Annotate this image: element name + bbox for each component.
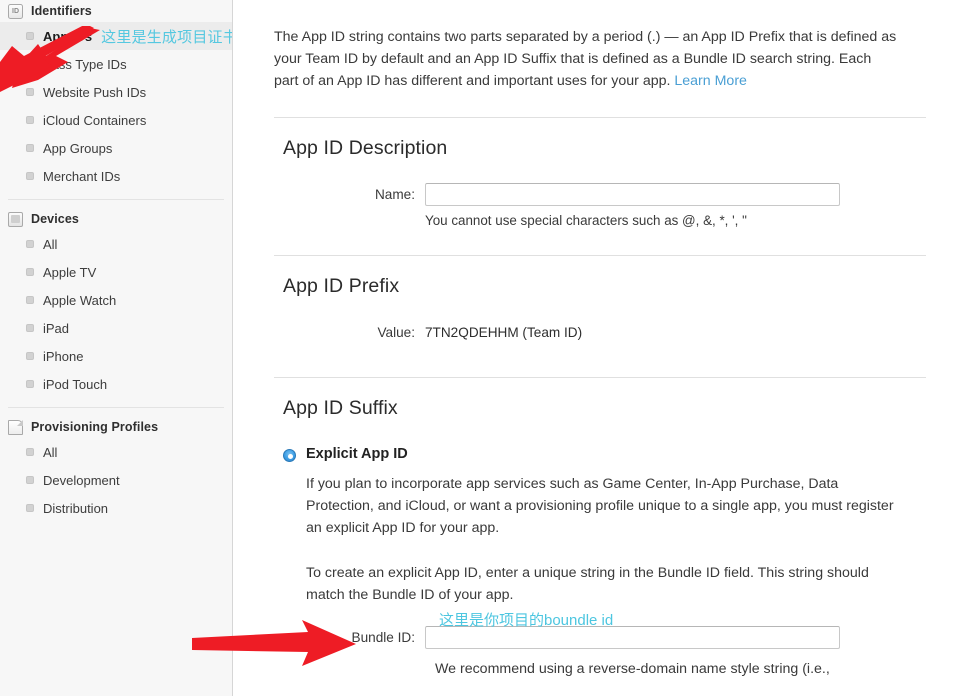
sidebar-item-merchant-ids[interactable]: Merchant IDs: [0, 162, 232, 190]
section-divider: [274, 255, 926, 256]
sidebar-item-label: Development: [43, 472, 120, 488]
sidebar-item-pass-type-ids[interactable]: Pass Type IDs: [0, 50, 232, 78]
app-window: ID Identifiers App IDs 这里是生成项目证书 Pass Ty…: [0, 0, 972, 696]
bullet-icon: [26, 60, 34, 68]
sidebar-group-title: Devices: [31, 212, 79, 226]
sidebar-item-profiles-all[interactable]: All: [0, 438, 232, 466]
sidebar-item-label: Merchant IDs: [43, 168, 121, 184]
radio-option-explicit-app-id[interactable]: Explicit App ID: [274, 446, 926, 462]
sidebar-item-label: Apple TV: [43, 264, 97, 280]
sidebar-item-devices-all[interactable]: All: [0, 230, 232, 258]
callout-text-bundle-id: 这里是你项目的boundle id: [439, 612, 614, 629]
bullet-icon: [26, 380, 34, 388]
bullet-icon: [26, 116, 34, 124]
sidebar-group-header-devices: Devices: [0, 208, 232, 230]
sidebar-item-label: All: [43, 444, 58, 460]
sidebar-item-profiles-distribution[interactable]: Distribution: [0, 494, 232, 522]
sidebar-item-label: Pass Type IDs: [43, 56, 127, 72]
bullet-icon: [26, 476, 34, 484]
explicit-paragraph-2: To create an explicit App ID, enter a un…: [306, 565, 869, 603]
bullet-icon: [26, 448, 34, 456]
bundle-id-label: Bundle ID:: [351, 630, 415, 645]
name-field-label: Name:: [374, 187, 415, 202]
sidebar-item-profiles-development[interactable]: Development: [0, 466, 232, 494]
field-row-bundle-id: Bundle ID: 这里是你项目的boundle id: [274, 612, 926, 650]
learn-more-link[interactable]: Learn More: [674, 73, 747, 89]
id-badge-icon: ID: [8, 3, 23, 19]
sidebar-item-label: App IDs: [43, 28, 93, 44]
section-title-app-id-description: App ID Description: [283, 137, 448, 159]
sidebar: ID Identifiers App IDs 这里是生成项目证书 Pass Ty…: [0, 0, 233, 696]
sidebar-item-apple-tv[interactable]: Apple TV: [0, 258, 232, 286]
sidebar-group-title: Identifiers: [31, 4, 92, 18]
sidebar-item-label: iPhone: [43, 348, 84, 364]
sidebar-item-website-push-ids[interactable]: Website Push IDs: [0, 78, 232, 106]
callout-text-app-ids: 这里是生成项目证书: [101, 28, 233, 46]
bullet-icon: [26, 144, 34, 152]
sidebar-group-provisioning-profiles: Provisioning Profiles All Development Di…: [0, 416, 232, 522]
name-field-hint: You cannot use special characters such a…: [425, 213, 747, 228]
sidebar-item-label: iPod Touch: [43, 376, 108, 392]
section-divider: [274, 117, 926, 118]
field-row-name: Name: You cannot use special characters …: [274, 183, 926, 230]
explicit-app-id-body: If you plan to incorporate app services …: [306, 473, 896, 606]
sidebar-item-app-groups[interactable]: App Groups: [0, 134, 232, 162]
sidebar-item-label: Distribution: [43, 500, 109, 516]
sidebar-group-identifiers: ID Identifiers App IDs 这里是生成项目证书 Pass Ty…: [0, 0, 232, 190]
bundle-id-hint: We recommend using a reverse-domain name…: [435, 661, 830, 677]
bullet-icon: [26, 88, 34, 96]
intro-paragraph: The App ID string contains two parts sep…: [274, 26, 899, 92]
sidebar-group-header-provisioning: Provisioning Profiles: [0, 416, 232, 438]
sidebar-divider: [8, 199, 224, 200]
bullet-icon: [26, 352, 34, 360]
bullet-icon: [26, 172, 34, 180]
bullet-icon: [26, 32, 34, 40]
sidebar-item-label: Apple Watch: [43, 292, 117, 308]
name-input[interactable]: [425, 183, 840, 206]
sidebar-item-label: Website Push IDs: [43, 84, 147, 100]
sidebar-divider: [8, 407, 224, 408]
section-title-app-id-prefix: App ID Prefix: [283, 275, 400, 297]
sidebar-item-label: iPad: [43, 320, 70, 336]
sidebar-item-app-ids[interactable]: App IDs 这里是生成项目证书: [0, 22, 232, 50]
sidebar-item-icloud-containers[interactable]: iCloud Containers: [0, 106, 232, 134]
form-panel: App ID Description Name: You cannot use …: [274, 117, 926, 680]
bullet-icon: [26, 504, 34, 512]
device-icon: [8, 211, 23, 227]
prefix-value-label: Value:: [377, 325, 415, 340]
field-row-prefix-value: Value: 7TN2QDEHHM (Team ID): [274, 321, 926, 345]
sidebar-item-label: All: [43, 236, 58, 252]
bullet-icon: [26, 324, 34, 332]
sidebar-item-label: iCloud Containers: [43, 112, 147, 128]
bullet-icon: [26, 268, 34, 276]
sidebar-item-ipad[interactable]: iPad: [0, 314, 232, 342]
radio-label-explicit-app-id: Explicit App ID: [306, 446, 408, 462]
sidebar-group-devices: Devices All Apple TV Apple Watch iPad iP…: [0, 208, 232, 398]
bundle-id-column: 这里是你项目的boundle id: [425, 612, 926, 649]
sidebar-group-header-identifiers: ID Identifiers: [0, 0, 232, 22]
section-divider: [274, 377, 926, 378]
explicit-paragraph-1: If you plan to incorporate app services …: [306, 476, 894, 536]
sidebar-group-title: Provisioning Profiles: [31, 420, 159, 434]
bullet-icon: [26, 296, 34, 304]
sidebar-item-ipod-touch[interactable]: iPod Touch: [0, 370, 232, 398]
prefix-value-text: 7TN2QDEHHM (Team ID): [425, 325, 583, 340]
intro-text: The App ID string contains two parts sep…: [274, 29, 897, 89]
section-title-app-id-suffix: App ID Suffix: [283, 397, 398, 419]
main-content: The App ID string contains two parts sep…: [233, 0, 972, 696]
radio-button-explicit-app-id[interactable]: [283, 449, 296, 462]
sidebar-item-iphone[interactable]: iPhone: [0, 342, 232, 370]
sidebar-item-label: App Groups: [43, 140, 113, 156]
bullet-icon: [26, 240, 34, 248]
sidebar-item-apple-watch[interactable]: Apple Watch: [0, 286, 232, 314]
name-field-column: You cannot use special characters such a…: [425, 183, 926, 230]
prefix-value-column: 7TN2QDEHHM (Team ID): [425, 321, 926, 345]
document-icon: [8, 419, 23, 435]
